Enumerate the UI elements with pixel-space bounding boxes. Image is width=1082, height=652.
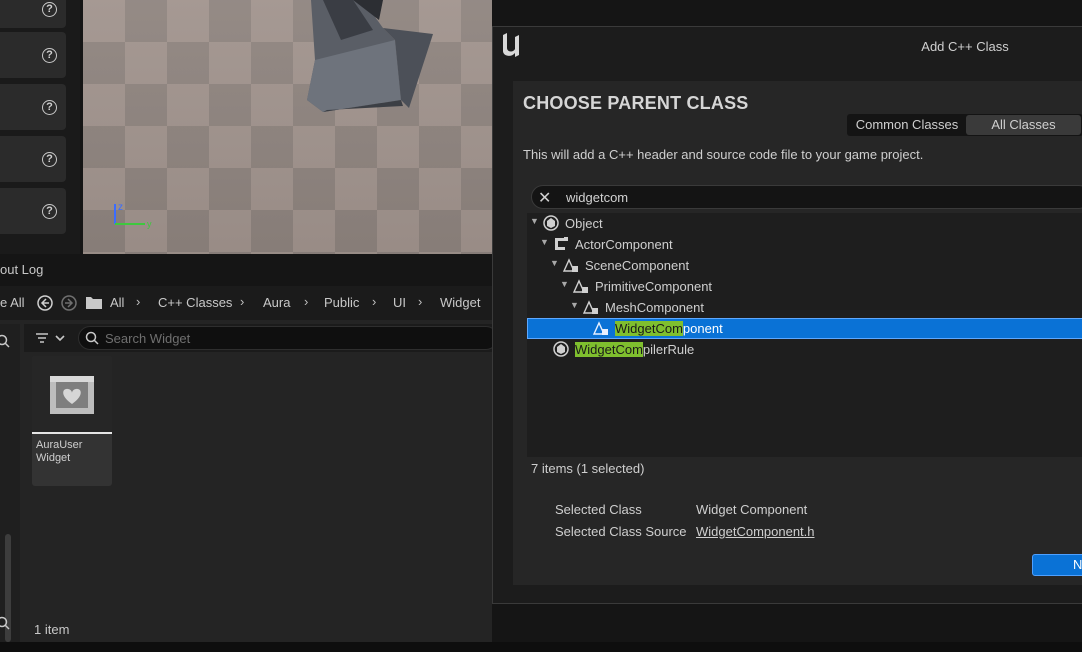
clear-search-icon[interactable]: ✕ [538,188,551,208]
details-row: ? [0,32,66,78]
help-icon[interactable]: ? [42,48,57,63]
tree-item-label: WidgetComponent [615,321,723,336]
axis-gizmo-icon: z y [114,202,152,229]
level-viewport[interactable]: z y [83,0,492,254]
tree-item-label-rest: pilerRule [642,342,695,357]
selected-class-source-link[interactable]: WidgetComponent.h [696,524,815,539]
tree-item-object[interactable]: ▼ Object [527,213,1082,234]
breadcrumb-separator-icon[interactable]: › [372,294,376,309]
tree-item-widget-component[interactable]: WidgetComponent [527,318,1082,339]
content-browser: e All All › C++ Classes › Aura › Public … [0,286,498,642]
save-all-button[interactable]: e All [0,295,25,310]
search-icon[interactable] [0,616,12,632]
sources-panel [0,324,20,642]
tree-item-actor-component[interactable]: ▼ ActorComponent [527,234,1082,255]
object-icon [553,341,569,357]
expand-caret-icon[interactable]: ▼ [560,279,569,289]
tree-item-label: SceneComponent [585,258,690,273]
filter-bar [24,324,498,352]
details-panel: ? ? ? ? ? [0,0,80,254]
svg-text:z: z [118,202,123,213]
tab-all-classes[interactable]: All Classes [966,115,1081,135]
breadcrumb-all[interactable]: All [110,295,124,310]
status-bar [0,642,1082,652]
help-icon[interactable]: ? [42,100,57,115]
mesh-component-icon [583,300,598,314]
expand-caret-icon[interactable]: ▼ [550,258,559,268]
breadcrumb-separator-icon[interactable]: › [418,294,422,309]
dialog-title: Add C++ Class [921,39,1009,54]
next-button[interactable]: Next [1032,554,1082,576]
details-row: ? [0,84,66,130]
selected-class-value: Widget Component [696,502,808,517]
tree-item-label: MeshComponent [605,300,704,315]
tree-item-label: PrimitiveComponent [595,279,713,294]
class-search-field[interactable]: ✕ widgetcom [531,185,1082,209]
dialog-description: This will add a C++ header and source co… [523,147,924,162]
selected-class-source-label: Selected Class Source [555,524,687,539]
breadcrumb-separator-icon[interactable]: › [240,294,244,309]
asset-search-input[interactable] [105,329,485,347]
tree-item-label: ActorComponent [575,237,673,252]
breadcrumb-separator-icon[interactable]: › [136,294,140,309]
breadcrumb-aura[interactable]: Aura [263,295,290,310]
breadcrumb-cpp-classes[interactable]: C++ Classes [158,295,232,310]
asset-thumbnail [32,356,112,434]
help-icon[interactable]: ? [42,152,57,167]
svg-text:y: y [147,219,152,229]
tree-item-scene-component[interactable]: ▼ SceneComponent [527,255,1082,276]
back-arrow-icon[interactable] [36,294,54,312]
asset-search-field[interactable] [78,326,498,350]
breadcrumb-public[interactable]: Public [324,295,359,310]
tree-item-mesh-component[interactable]: ▼ MeshComponent [527,297,1082,318]
tree-item-label-rest: ponent [682,321,723,336]
help-icon[interactable]: ? [42,204,57,219]
tree-item-label: Object [565,216,603,231]
object-icon [543,215,559,231]
dialog-body: CHOOSE PARENT CLASS Common Classes All C… [513,81,1082,585]
primitive-component-icon [573,279,588,293]
breadcrumb-ui[interactable]: UI [393,295,406,310]
details-row: ? [0,188,66,234]
asset-label: AuraUser Widget [36,439,83,464]
tree-item-widget-compiler-rule[interactable]: WidgetCompilerRule [527,339,1082,360]
folder-icon [86,297,102,309]
search-match-highlight: WidgetCom [575,342,643,357]
breadcrumb-separator-icon[interactable]: › [304,294,308,309]
add-cpp-class-dialog: Add C++ Class CHOOSE PARENT CLASS Common… [492,26,1082,604]
breadcrumb-widget[interactable]: Widget [440,295,480,310]
asset-tile[interactable]: AuraUser Widget [32,356,112,486]
expand-caret-icon[interactable]: ▼ [570,300,579,310]
page-heading: CHOOSE PARENT CLASS [523,93,749,113]
actor-component-icon [555,237,568,250]
asset-count: 1 item [34,622,70,637]
tree-item-label: WidgetCompilerRule [575,342,694,357]
search-match-highlight: WidgetCom [615,321,683,336]
class-tree: ▼ Object ▼ ActorComponent ▼ SceneCompone… [527,213,1082,457]
expand-caret-icon[interactable]: ▼ [540,237,549,247]
class-search-input[interactable]: widgetcom [566,190,628,205]
expand-caret-icon[interactable]: ▼ [530,216,539,226]
selected-class-label: Selected Class [555,502,642,517]
help-icon[interactable]: ? [42,2,57,17]
scene-component-icon [563,258,578,272]
search-icon [85,331,99,345]
details-row: ? [0,136,66,182]
content-browser-toolbar: e All All › C++ Classes › Aura › Public … [0,286,492,320]
details-row: ? [0,0,66,28]
class-list-mode-toggle: Common Classes All Classes [847,114,1082,136]
widget-blueprint-icon [50,376,94,414]
forward-arrow-icon[interactable] [60,294,78,312]
tree-item-primitive-component[interactable]: ▼ PrimitiveComponent [527,276,1082,297]
search-icon[interactable] [0,334,12,350]
items-count: 7 items (1 selected) [531,461,645,476]
output-log-tab[interactable]: out Log [0,262,80,282]
widget-component-icon [593,321,608,335]
filter-dropdown-icon[interactable] [34,330,68,346]
tab-common-classes[interactable]: Common Classes [849,115,965,135]
